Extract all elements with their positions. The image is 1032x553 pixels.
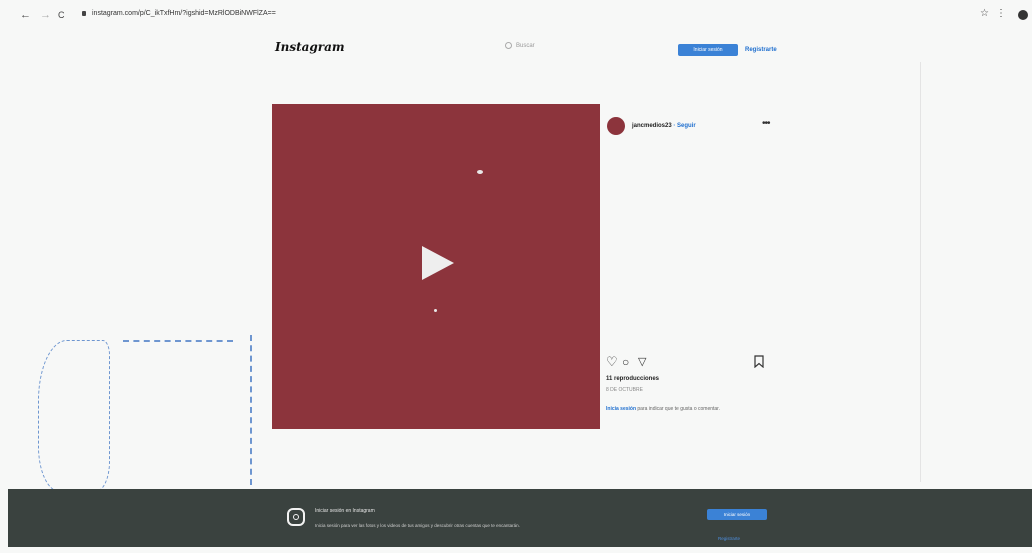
more-options-icon[interactable]: ••• [762, 118, 770, 129]
banner-description: Inicia sesión para ver las fotos y los v… [315, 523, 520, 528]
play-count: 11 reproducciones [606, 376, 660, 382]
scan-artifact [123, 338, 233, 342]
forward-button[interactable]: → [40, 9, 51, 21]
reload-button[interactable]: C [58, 9, 65, 21]
extension-icon[interactable]: ☆ [980, 8, 989, 19]
post-author: jancmedios23 · Seguir ••• [607, 117, 777, 137]
search-icon [505, 42, 512, 49]
video-artifact [434, 309, 437, 312]
login-prompt: Inicia sesión para indicar que te gusta … [606, 405, 746, 413]
lock-icon [82, 10, 86, 16]
post-date: 8 DE OCTUBRE [606, 387, 643, 393]
login-prompt-link[interactable]: Inicia sesión [606, 406, 636, 412]
comment-icon[interactable]: ○ [622, 355, 629, 369]
video-artifact [477, 170, 483, 174]
username-link[interactable]: jancmedios23 [632, 123, 672, 129]
send-icon[interactable]: ▽ [638, 355, 646, 369]
banner-register-link[interactable]: Registrarte [718, 536, 740, 541]
register-link[interactable]: Registrarte [745, 44, 777, 56]
login-prompt-text: para indicar que te gusta o comentar. [636, 406, 720, 412]
search-input[interactable]: Buscar [505, 42, 535, 49]
url-text: instagram.com/p/C_ikTxfHm/?igshid=MzRlOD… [92, 10, 276, 17]
scan-artifact [38, 340, 110, 492]
profile-icon[interactable] [1018, 10, 1028, 20]
back-button[interactable]: ← [20, 9, 31, 21]
scan-artifact [250, 335, 254, 485]
instagram-icon [287, 508, 305, 526]
heart-icon[interactable]: ♡ [606, 355, 618, 369]
login-button[interactable]: Iniciar sesión [678, 44, 738, 56]
banner-title: Iniciar sesión en Instagram [315, 508, 375, 514]
divider [920, 62, 921, 482]
post-actions: ♡ ○ ▽ [606, 355, 771, 373]
avatar[interactable] [607, 117, 625, 135]
search-placeholder: Buscar [516, 43, 535, 50]
banner-login-button[interactable]: Iniciar sesión [707, 509, 767, 520]
play-icon[interactable] [422, 246, 454, 280]
bookmark-icon[interactable] [754, 355, 764, 371]
address-bar[interactable]: instagram.com/p/C_ikTxfHm/?igshid=MzRlOD… [82, 10, 276, 17]
post-video[interactable] [272, 104, 600, 429]
login-banner: Iniciar sesión en Instagram Inicia sesió… [8, 489, 1032, 547]
browser-toolbar: ← → C instagram.com/p/C_ikTxfHm/?igshid=… [0, 0, 1032, 32]
follow-button[interactable]: · Seguir [673, 123, 695, 129]
menu-icon[interactable]: ⋮ [996, 8, 1006, 19]
instagram-logo[interactable]: Instagram [275, 40, 345, 54]
